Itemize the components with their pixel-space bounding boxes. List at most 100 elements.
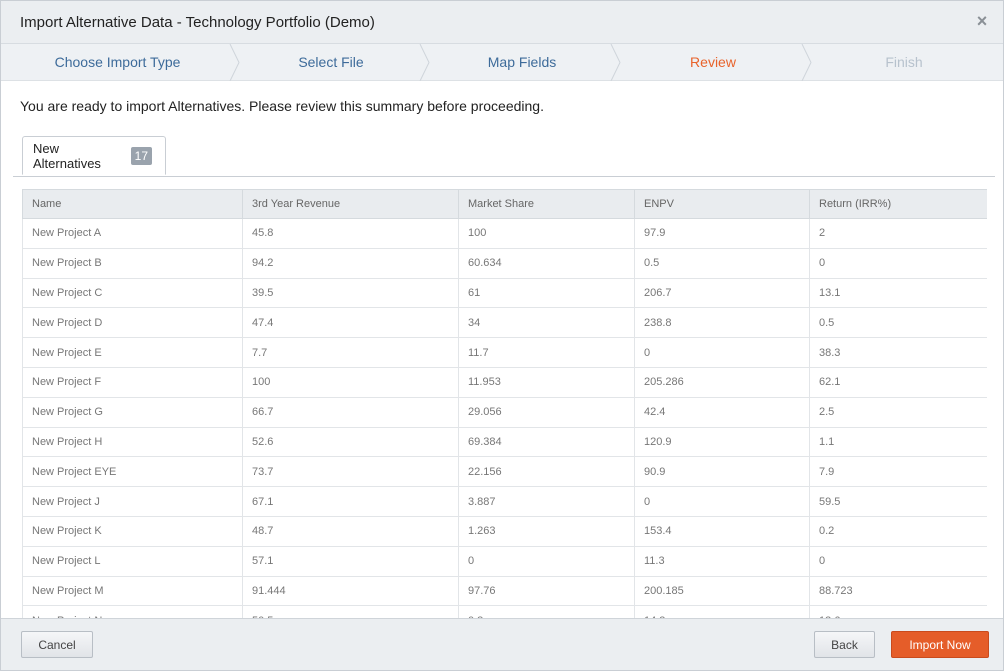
cell-return: 7.9 — [809, 456, 987, 488]
cell-market-share: 34 — [458, 307, 635, 339]
cell-revenue: 73.7 — [242, 456, 459, 488]
cell-enpv: 153.4 — [634, 515, 810, 547]
import-dialog: Import Alternative Data - Technology Por… — [0, 0, 1004, 671]
cell-enpv: 200.185 — [634, 575, 810, 607]
cell-market-share: 1.263 — [458, 515, 635, 547]
cell-market-share: 11.953 — [458, 366, 635, 398]
cell-revenue: 7.7 — [242, 337, 459, 368]
cell-revenue: 100 — [242, 366, 459, 398]
cell-return: 0.5 — [809, 307, 987, 339]
cell-enpv: 0 — [634, 486, 810, 517]
cell-return: 13.1 — [809, 277, 987, 309]
column-header-enpv[interactable]: ENPV — [634, 189, 810, 219]
import-now-button[interactable]: Import Now — [891, 631, 989, 658]
cell-name: New Project F — [22, 366, 243, 398]
column-header-name[interactable]: Name — [22, 189, 243, 219]
cell-market-share: 3.887 — [458, 486, 635, 517]
cell-revenue: 94.2 — [242, 247, 459, 279]
table-header-row: Name 3rd Year Revenue Market Share ENPV … — [22, 189, 987, 219]
cell-enpv: 0 — [634, 337, 810, 368]
cell-name: New Project K — [22, 515, 243, 547]
cell-enpv: 11.3 — [634, 545, 810, 577]
cell-return: 0 — [809, 545, 987, 577]
cell-market-share: 97.76 — [458, 575, 635, 607]
back-button[interactable]: Back — [814, 631, 875, 658]
table-row: New Project D 47.4 34 238.8 0.5 — [22, 307, 987, 339]
dialog-title: Import Alternative Data - Technology Por… — [20, 14, 375, 31]
cell-enpv: 97.9 — [634, 218, 810, 249]
cell-enpv: 238.8 — [634, 307, 810, 339]
cell-return: 2 — [809, 218, 987, 249]
cell-market-share: 0 — [458, 545, 635, 577]
cell-return: 0 — [809, 247, 987, 279]
table-row: New Project F 100 11.953 205.286 62.1 — [22, 366, 987, 398]
cell-enpv: 205.286 — [634, 366, 810, 398]
cell-market-share: 29.056 — [458, 396, 635, 428]
cell-return: 2.5 — [809, 396, 987, 428]
cell-name: New Project J — [22, 486, 243, 517]
dialog-titlebar: Import Alternative Data - Technology Por… — [1, 1, 1003, 44]
cell-name: New Project E — [22, 337, 243, 368]
table-row: New Project J 67.1 3.887 0 59.5 — [22, 486, 987, 517]
cell-name: New Project EYE — [22, 456, 243, 488]
table-row: New Project B 94.2 60.634 0.5 0 — [22, 247, 987, 279]
cell-revenue: 48.7 — [242, 515, 459, 547]
cell-enpv: 0.5 — [634, 247, 810, 279]
table-row: New Project G 66.7 29.056 42.4 2.5 — [22, 396, 987, 428]
cell-name: New Project A — [22, 218, 243, 249]
cell-name: New Project L — [22, 545, 243, 577]
tab-new-alternatives[interactable]: New Alternatives 17 — [22, 136, 166, 175]
cell-return: 59.5 — [809, 486, 987, 517]
cell-name: New Project B — [22, 247, 243, 279]
cell-name: New Project C — [22, 277, 243, 309]
count-badge: 17 — [130, 146, 152, 165]
cell-name: New Project H — [22, 426, 243, 458]
cell-market-share: 11.7 — [458, 337, 635, 368]
table-row: New Project H 52.6 69.384 120.9 1.1 — [22, 426, 987, 458]
cell-market-share: 61 — [458, 277, 635, 309]
cell-name: New Project G — [22, 396, 243, 428]
alternatives-table: Name 3rd Year Revenue Market Share ENPV … — [22, 189, 987, 620]
cell-return: 88.723 — [809, 575, 987, 607]
tab-label: New Alternatives — [33, 140, 101, 171]
cell-market-share: 100 — [458, 218, 635, 249]
cell-name: New Project M — [22, 575, 243, 607]
step-finish: Finish — [885, 54, 923, 70]
review-intro-text: You are ready to import Alternatives. Pl… — [20, 98, 544, 114]
cell-enpv: 42.4 — [634, 396, 810, 428]
tab-strip: New Alternatives 17 — [13, 136, 995, 177]
cell-return: 62.1 — [809, 366, 987, 398]
cell-revenue: 52.6 — [242, 426, 459, 458]
cell-revenue: 57.1 — [242, 545, 459, 577]
column-header-return[interactable]: Return (IRR%) — [809, 189, 987, 219]
cell-revenue: 67.1 — [242, 486, 459, 517]
table-row: New Project EYE 73.7 22.156 90.9 7.9 — [22, 456, 987, 488]
step-choose-import-type[interactable]: Choose Import Type — [1, 44, 234, 81]
cell-revenue: 91.444 — [242, 575, 459, 607]
close-icon[interactable]: × — [971, 10, 993, 32]
step-map-fields[interactable]: Map Fields — [427, 44, 617, 81]
table-row: New Project M 91.444 97.76 200.185 88.723 — [22, 575, 987, 607]
cell-market-share: 69.384 — [458, 426, 635, 458]
table-row: New Project A 45.8 100 97.9 2 — [22, 218, 987, 249]
wizard-steps: Choose Import Type Select File Map Field… — [1, 44, 1003, 81]
table-row: New Project E 7.7 11.7 0 38.3 — [22, 337, 987, 368]
table-row: New Project L 57.1 0 11.3 0 — [22, 545, 987, 577]
cell-enpv: 206.7 — [634, 277, 810, 309]
column-header-revenue[interactable]: 3rd Year Revenue — [242, 189, 459, 219]
cell-enpv: 120.9 — [634, 426, 810, 458]
step-select-file[interactable]: Select File — [237, 44, 425, 81]
cell-market-share: 22.156 — [458, 456, 635, 488]
cell-name: New Project D — [22, 307, 243, 339]
table-row: New Project K 48.7 1.263 153.4 0.2 — [22, 515, 987, 547]
column-header-market-share[interactable]: Market Share — [458, 189, 635, 219]
cancel-button[interactable]: Cancel — [21, 631, 93, 658]
cell-return: 0.2 — [809, 515, 987, 547]
alternatives-table-container[interactable]: Name 3rd Year Revenue Market Share ENPV … — [22, 189, 987, 620]
dialog-footer: Cancel Back Import Now — [1, 618, 1003, 670]
cell-revenue: 47.4 — [242, 307, 459, 339]
cell-revenue: 39.5 — [242, 277, 459, 309]
cell-revenue: 45.8 — [242, 218, 459, 249]
cell-return: 1.1 — [809, 426, 987, 458]
step-review: Review — [690, 54, 736, 70]
